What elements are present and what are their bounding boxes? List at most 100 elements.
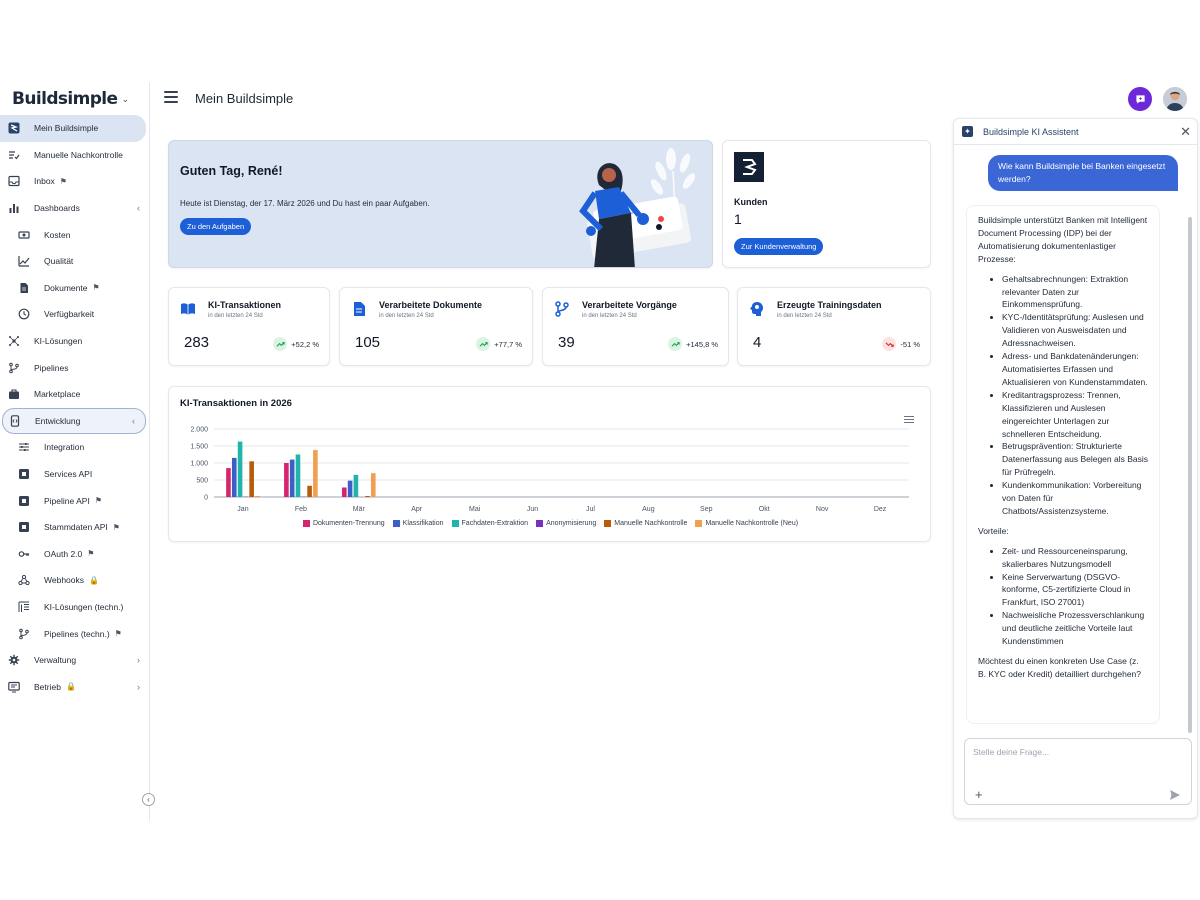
sidebar-item-services-api[interactable]: Services API — [0, 461, 150, 488]
reply-advantages-heading: Vorteile: — [978, 525, 1009, 536]
document-icon — [18, 282, 30, 294]
sidebar-item-label: Manuelle Nachkontrolle — [34, 149, 123, 160]
sidebar-item-integration[interactable]: Integration — [0, 434, 150, 461]
chart-bar — [289, 459, 295, 497]
legend-item[interactable]: Dokumenten-Trennung — [302, 520, 385, 527]
sidebar-item-mein-buildsimple[interactable]: Mein Buildsimple — [0, 115, 146, 142]
legend-label: Anonymisierung — [546, 520, 597, 527]
sidebar-item-label: KI-Lösungen — [34, 336, 83, 347]
legend-swatch — [302, 520, 310, 527]
sidebar-item-verfuegbarkeit[interactable]: Verfügbarkeit — [0, 301, 150, 328]
chat-sparkle-icon — [1135, 94, 1145, 104]
welcome-illustration — [579, 148, 696, 267]
list-item: Betrugsprävention: Strukturierte Datener… — [1002, 440, 1148, 479]
sidebar-item-oauth[interactable]: OAuth 2.0 ⚑ — [0, 541, 150, 568]
sliders-icon — [18, 441, 30, 453]
sidebar-item-label: Marketplace — [34, 389, 81, 400]
sidebar: Buildsimple ⌄ Mein Buildsimple Manuelle … — [0, 82, 155, 821]
user-message: Wie kann Buildsimple bei Banken eingeset… — [988, 155, 1178, 191]
legend-label: Manuelle Nachkontrolle (Neu) — [705, 520, 799, 527]
sidebar-item-pipelines-techn[interactable]: Pipelines (techn.) ⚑ — [0, 620, 150, 647]
customer-management-button[interactable]: Zur Kundenverwaltung — [734, 238, 824, 255]
chart-bar — [284, 463, 289, 497]
layout-icon — [18, 601, 30, 613]
sidebar-item-label: Pipelines — [34, 362, 69, 373]
sidebar-nav: Mein Buildsimple Manuelle Nachkontrolle … — [0, 115, 150, 700]
x-tick-label: Okt — [759, 506, 770, 513]
buildsimple-logo-icon — [8, 122, 20, 134]
list-item: Adress- und Bankdatenänderungen: Automat… — [1002, 350, 1148, 389]
close-icon[interactable]: ✕ — [1180, 124, 1191, 140]
kpi-title: Verarbeitete Vorgänge — [582, 300, 677, 310]
list-item: Nachweisliche Prozessverschlankung und d… — [1002, 609, 1148, 648]
legend-label: Manuelle Nachkontrolle — [614, 520, 688, 527]
x-tick-label: Apr — [411, 506, 423, 513]
list-item: Keine Serverwartung (DSGVO-konforme, C5-… — [1002, 571, 1148, 610]
chart-bar — [226, 468, 231, 497]
code-icon — [9, 415, 21, 427]
legend-swatch — [392, 520, 400, 527]
sidebar-item-kosten[interactable]: Kosten — [0, 221, 150, 248]
legend-item[interactable]: Fachdaten-Extraktion — [451, 520, 528, 527]
list-item: KYC-/Identitätsprüfung: Auslesen und Val… — [1002, 311, 1148, 350]
kpi-subtitle: in den letzten 24 Std — [777, 313, 832, 319]
branch-icon — [18, 628, 30, 640]
kpi-trend: +77,7 % — [476, 337, 522, 351]
assistant-scrollbar[interactable] — [1188, 217, 1192, 733]
sidebar-item-ki-loesungen[interactable]: KI-Lösungen — [0, 328, 150, 355]
legend-item[interactable]: Manuelle Nachkontrolle — [604, 520, 687, 527]
welcome-card: Guten Tag, René! Heute ist Dienstag, der… — [168, 140, 713, 268]
flag-icon: ⚑ — [112, 522, 120, 532]
question-input-box: + — [964, 738, 1192, 805]
tasks-button[interactable]: Zu den Aufgaben — [180, 218, 252, 235]
sidebar-item-stammdaten-api[interactable]: Stammdaten API ⚑ — [0, 514, 150, 541]
sidebar-item-marketplace[interactable]: Marketplace — [0, 381, 150, 408]
top-bar: Mein Buildsimple — [150, 82, 1200, 116]
brand-switcher[interactable]: Buildsimple ⌄ — [12, 88, 129, 110]
chart-bar — [295, 454, 301, 497]
add-icon[interactable]: + — [975, 787, 983, 802]
y-tick-label: 2.000 — [190, 427, 208, 434]
sidebar-item-betrieb[interactable]: Betrieb 🔒 › — [0, 673, 150, 700]
assistant-message: Buildsimple unterstützt Banken mit Intel… — [966, 205, 1160, 724]
sidebar-item-entwicklung[interactable]: Entwicklung ‹ — [2, 407, 146, 435]
sidebar-item-ki-loesungen-techn[interactable]: KI-Lösungen (techn.) — [0, 594, 150, 621]
sidebar-item-label: Stammdaten API — [44, 522, 108, 533]
webhook-icon — [18, 574, 30, 586]
menu-icon[interactable] — [164, 91, 178, 103]
sidebar-item-pipelines[interactable]: Pipelines — [0, 354, 150, 381]
chart-title: KI-Transaktionen in 2026 — [180, 398, 292, 409]
sidebar-item-dashboards[interactable]: Dashboards ‹ — [0, 195, 150, 222]
chat-sparkle-icon: ✦ — [962, 126, 973, 137]
sidebar-item-manuelle-nachkontrolle[interactable]: Manuelle Nachkontrolle — [0, 142, 150, 169]
sidebar-item-pipeline-api[interactable]: Pipeline API ⚑ — [0, 487, 150, 514]
key-icon — [18, 548, 30, 560]
kpi-subtitle: in den letzten 24 Std — [582, 313, 637, 319]
legend-item[interactable]: Anonymisierung — [536, 520, 596, 527]
sidebar-item-qualitaet[interactable]: Qualität — [0, 248, 150, 275]
legend-item[interactable]: Klassifikation — [392, 520, 444, 527]
legend-item[interactable]: Manuelle Nachkontrolle (Neu) — [695, 520, 798, 527]
lock-icon: 🔒 — [89, 575, 99, 585]
sidebar-item-dokumente[interactable]: Dokumente ⚑ — [0, 275, 150, 302]
sidebar-item-verwaltung[interactable]: Verwaltung › — [0, 647, 150, 674]
send-icon[interactable] — [1169, 789, 1181, 801]
sidebar-item-label: Webhooks — [44, 575, 85, 586]
sidebar-item-inbox[interactable]: Inbox ⚑ — [0, 168, 150, 195]
flag-icon: ⚑ — [92, 283, 100, 293]
kpi-trend-value: +52,2 % — [291, 339, 319, 349]
buildsimple-logo: Buildsimple — [12, 89, 118, 109]
sidebar-item-label: Verfügbarkeit — [44, 309, 95, 320]
kpi-card-verarbeitete-dokumente: Verarbeitete Dokumente in den letzten 24… — [339, 287, 533, 366]
trending-up-icon — [273, 337, 288, 351]
ai-assistant-button[interactable] — [1128, 87, 1152, 111]
question-input[interactable] — [973, 747, 1183, 777]
sidebar-item-webhooks[interactable]: Webhooks 🔒 — [0, 567, 150, 594]
chart-legend: Dokumenten-Trennung Klassifikation Fachdat… — [169, 520, 932, 527]
chart-bar — [365, 495, 370, 497]
assistant-header: ✦ Buildsimple KI Assistent ✕ — [954, 119, 1197, 145]
kpi-title: KI-Transaktionen — [208, 300, 282, 310]
legend-swatch — [451, 520, 459, 527]
user-avatar[interactable] — [1163, 87, 1187, 111]
x-tick-label: Aug — [642, 506, 655, 513]
